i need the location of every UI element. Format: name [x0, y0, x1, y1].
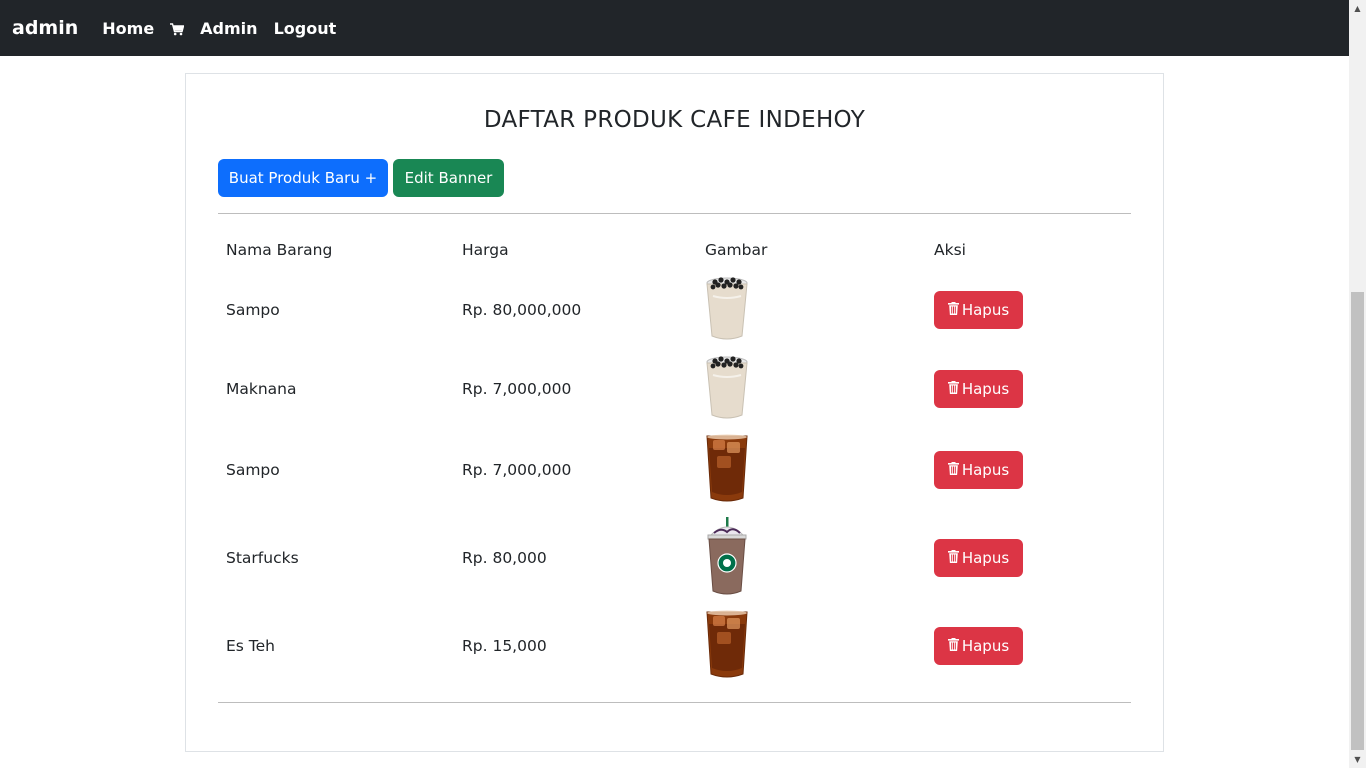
- nav-link-admin[interactable]: Admin: [200, 19, 257, 38]
- product-name: Sampo: [226, 461, 280, 479]
- product-name: Sampo: [226, 301, 280, 319]
- bubble-tea-image: [705, 355, 749, 423]
- scroll-thumb[interactable]: [1351, 292, 1364, 750]
- delete-button-label: Hapus: [961, 637, 1010, 655]
- page-title: DAFTAR PRODUK CAFE INDEHOY: [483, 107, 866, 133]
- trash-icon: [947, 301, 959, 319]
- divider-bottom: [218, 702, 1131, 703]
- edit-banner-button[interactable]: Edit Banner: [393, 159, 504, 197]
- delete-button[interactable]: Hapus: [934, 539, 1023, 577]
- delete-button-label: Hapus: [961, 301, 1010, 319]
- product-name: Es Teh: [226, 637, 275, 655]
- delete-button-label: Hapus: [961, 461, 1010, 479]
- nav-link-logout[interactable]: Logout: [274, 19, 337, 38]
- product-name: Maknana: [226, 380, 297, 398]
- new-product-button[interactable]: Buat Produk Baru +: [218, 159, 388, 197]
- iced-tea-image: [705, 434, 749, 506]
- trash-icon: [947, 637, 959, 655]
- product-price: Rp. 15,000: [462, 637, 547, 655]
- trash-icon: [947, 380, 959, 398]
- header-aksi: Aksi: [934, 241, 966, 259]
- frappuccino-image: [705, 517, 749, 599]
- bubble-tea-image: [705, 276, 749, 344]
- delete-button-label: Hapus: [961, 380, 1010, 398]
- delete-button[interactable]: Hapus: [934, 451, 1023, 489]
- header-nama-barang: Nama Barang: [226, 241, 333, 259]
- delete-button[interactable]: Hapus: [934, 291, 1023, 329]
- product-price: Rp. 7,000,000: [462, 380, 572, 398]
- delete-button[interactable]: Hapus: [934, 627, 1023, 665]
- product-price: Rp. 7,000,000: [462, 461, 572, 479]
- product-name: Starfucks: [226, 549, 299, 567]
- product-price: Rp. 80,000,000: [462, 301, 582, 319]
- delete-button[interactable]: Hapus: [934, 370, 1023, 408]
- product-card: DAFTAR PRODUK CAFE INDEHOY Buat Produk B…: [185, 73, 1164, 752]
- trash-icon: [947, 549, 959, 567]
- divider-top: [218, 213, 1131, 214]
- scroll-up-arrow-icon[interactable]: ▲: [1349, 0, 1366, 17]
- product-price: Rp. 80,000: [462, 549, 547, 567]
- delete-button-label: Hapus: [961, 549, 1010, 567]
- iced-tea-image: [705, 610, 749, 682]
- scroll-down-arrow-icon[interactable]: ▼: [1349, 751, 1366, 768]
- header-harga: Harga: [462, 241, 509, 259]
- navbar: admin Home Admin Logout: [0, 0, 1349, 56]
- vertical-scrollbar[interactable]: ▲ ▼: [1349, 0, 1366, 768]
- trash-icon: [947, 461, 959, 479]
- navbar-brand[interactable]: admin: [12, 17, 78, 39]
- cart-icon[interactable]: [170, 21, 185, 40]
- nav-link-home[interactable]: Home: [102, 19, 154, 38]
- header-gambar: Gambar: [705, 241, 768, 259]
